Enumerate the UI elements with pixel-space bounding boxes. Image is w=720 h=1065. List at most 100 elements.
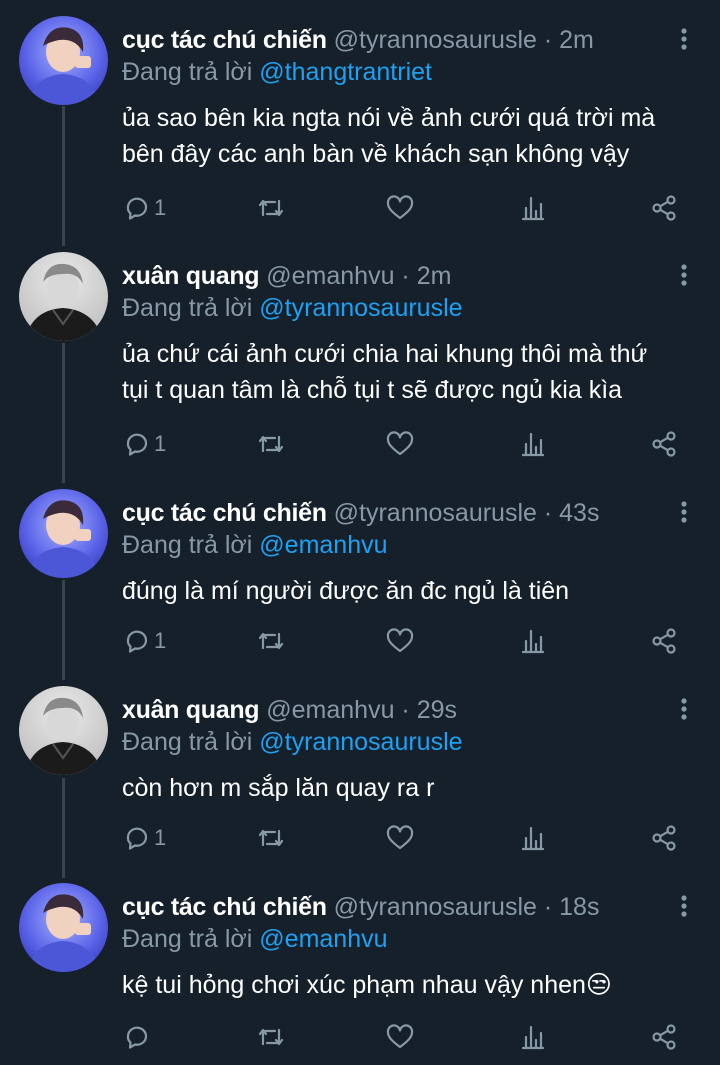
- analytics-button[interactable]: [520, 1019, 546, 1055]
- avatar[interactable]: [19, 252, 108, 341]
- tweet-header: xuân quang @emanhvu · 2m: [122, 260, 451, 292]
- replying-to-label: Đang trả lời: [122, 728, 260, 756]
- more-vertical-icon[interactable]: [674, 499, 694, 529]
- action-bar: [120, 1019, 700, 1055]
- replying-to: Đang trả lời @emanhvu: [122, 923, 388, 955]
- analytics-icon: [520, 825, 546, 851]
- tweet-text-line: ủa sao bên kia ngta nói về ảnh cưới quá …: [122, 104, 656, 132]
- handle-and-time: @emanhvu · 29s: [266, 696, 457, 724]
- analytics-button[interactable]: [520, 820, 546, 856]
- tweet-text: kệ tui hỏng chơi xúc phạm nhau vậy nhen😒: [122, 967, 697, 1003]
- share-button[interactable]: [650, 820, 678, 856]
- mention-link[interactable]: @tyrannosaurusle: [259, 728, 462, 756]
- retweet-icon: [256, 195, 286, 221]
- action-bar: 1: [120, 426, 700, 462]
- heart-icon: [386, 1024, 414, 1050]
- share-icon: [650, 430, 678, 458]
- reply-button[interactable]: 1: [124, 190, 166, 226]
- analytics-icon: [520, 431, 546, 457]
- reply-button[interactable]: [124, 1019, 150, 1055]
- share-button[interactable]: [650, 190, 678, 226]
- display-name[interactable]: xuân quang: [122, 262, 260, 290]
- replying-to-label: Đang trả lời: [122, 925, 260, 953]
- retweet-icon: [256, 628, 286, 654]
- reply-button[interactable]: 1: [124, 426, 166, 462]
- replying-to: Đang trả lời @thangtrantriet: [122, 56, 432, 88]
- analytics-button[interactable]: [520, 190, 546, 226]
- action-bar: 1: [120, 190, 700, 226]
- tweet-text: ủa chứ cái ảnh cưới chia hai khung thôi …: [122, 336, 697, 408]
- share-button[interactable]: [650, 623, 678, 659]
- display-name[interactable]: cục tác chú chiến: [122, 26, 327, 54]
- display-name[interactable]: cục tác chú chiến: [122, 893, 327, 921]
- mention-link[interactable]: @emanhvu: [259, 925, 387, 953]
- share-icon: [650, 194, 678, 222]
- avatar[interactable]: [19, 686, 108, 775]
- reply-count: 1: [154, 825, 167, 850]
- share-icon: [650, 1023, 678, 1051]
- replying-to-label: Đang trả lời: [122, 531, 260, 559]
- retweet-button[interactable]: [256, 426, 286, 462]
- tweet-text-line: bên đây các anh bàn về khách sạn không v…: [122, 140, 630, 168]
- replying-to: Đang trả lời @emanhvu: [122, 529, 388, 561]
- thread-line: [62, 106, 65, 246]
- tweet-text-line: đúng là mí người được ăn đc ngủ là tiên: [122, 577, 570, 605]
- like-button[interactable]: [386, 1019, 414, 1055]
- tweet-header: cục tác chú chiến @tyrannosaurusle · 43s: [122, 497, 599, 529]
- share-button[interactable]: [650, 426, 678, 462]
- like-button[interactable]: [386, 820, 414, 856]
- comment-icon: [124, 825, 150, 851]
- tweet-header: cục tác chú chiến @tyrannosaurusle · 2m: [122, 24, 594, 56]
- reply-count: 1: [154, 628, 167, 653]
- retweet-button[interactable]: [256, 623, 286, 659]
- tweet-header: cục tác chú chiến @tyrannosaurusle · 18s: [122, 891, 599, 923]
- retweet-icon: [256, 1024, 286, 1050]
- more-vertical-icon[interactable]: [674, 893, 694, 923]
- display-name[interactable]: xuân quang: [122, 696, 260, 724]
- share-button[interactable]: [650, 1019, 678, 1055]
- more-vertical-icon[interactable]: [674, 262, 694, 292]
- display-name[interactable]: cục tác chú chiến: [122, 499, 327, 527]
- mention-link[interactable]: @thangtrantriet: [259, 58, 432, 86]
- mention-link[interactable]: @emanhvu: [259, 531, 387, 559]
- comment-icon: [124, 195, 150, 221]
- replying-to-label: Đang trả lời: [122, 294, 260, 322]
- reply-button[interactable]: 1: [124, 623, 166, 659]
- analytics-button[interactable]: [520, 623, 546, 659]
- like-button[interactable]: [386, 623, 414, 659]
- action-bar: 1: [120, 623, 700, 659]
- retweet-button[interactable]: [256, 1019, 286, 1055]
- analytics-button[interactable]: [520, 426, 546, 462]
- like-button[interactable]: [386, 426, 414, 462]
- more-vertical-icon[interactable]: [674, 696, 694, 726]
- comment-icon: [124, 431, 150, 457]
- retweet-icon: [256, 825, 286, 851]
- heart-icon: [386, 628, 414, 654]
- analytics-icon: [520, 195, 546, 221]
- reply-count: 1: [154, 195, 167, 220]
- more-vertical-icon[interactable]: [674, 26, 694, 56]
- avatar[interactable]: [19, 883, 108, 972]
- retweet-button[interactable]: [256, 820, 286, 856]
- reply-button[interactable]: 1: [124, 820, 166, 856]
- tweet-text-line: ủa chứ cái ảnh cưới chia hai khung thôi …: [122, 340, 648, 368]
- like-button[interactable]: [386, 190, 414, 226]
- tweet-text-line: kệ tui hỏng chơi xúc phạm nhau vậy nhen😒: [122, 971, 612, 999]
- handle-and-time: @emanhvu · 2m: [266, 262, 452, 290]
- heart-icon: [386, 431, 414, 457]
- handle-and-time: @tyrannosaurusle · 18s: [333, 893, 600, 921]
- avatar[interactable]: [19, 489, 108, 578]
- mention-link[interactable]: @tyrannosaurusle: [259, 294, 462, 322]
- analytics-icon: [520, 628, 546, 654]
- heart-icon: [386, 825, 414, 851]
- tweet-text: đúng là mí người được ăn đc ngủ là tiên: [122, 573, 697, 609]
- comment-icon: [124, 628, 150, 654]
- avatar[interactable]: [19, 16, 108, 105]
- tweet-text: còn hơn m sắp lăn quay ra r: [122, 770, 697, 806]
- thread-line: [62, 580, 65, 680]
- replying-to: Đang trả lời @tyrannosaurusle: [122, 292, 463, 324]
- tweet-text-line: còn hơn m sắp lăn quay ra r: [122, 774, 435, 802]
- retweet-icon: [256, 431, 286, 457]
- retweet-button[interactable]: [256, 190, 286, 226]
- analytics-icon: [520, 1024, 546, 1050]
